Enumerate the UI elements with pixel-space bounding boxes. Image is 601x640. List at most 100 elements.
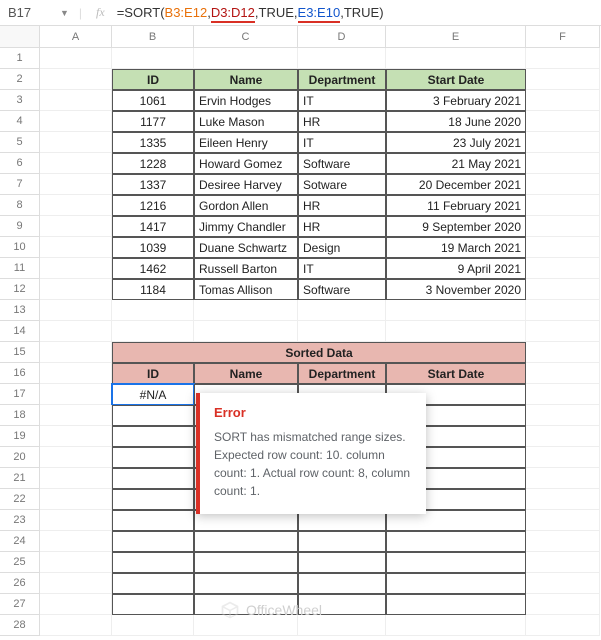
cell[interactable] bbox=[526, 153, 600, 174]
row-header[interactable]: 3 bbox=[0, 90, 40, 111]
cell[interactable] bbox=[194, 552, 298, 573]
row-header[interactable]: 16 bbox=[0, 363, 40, 384]
row-header[interactable]: 2 bbox=[0, 69, 40, 90]
cell[interactable] bbox=[386, 300, 526, 321]
cell[interactable]: Department bbox=[298, 69, 386, 90]
cell[interactable]: Department bbox=[298, 363, 386, 384]
cell[interactable] bbox=[194, 300, 298, 321]
cell[interactable] bbox=[526, 384, 600, 405]
cell[interactable] bbox=[298, 594, 386, 615]
cell[interactable]: 3 February 2021 bbox=[386, 90, 526, 111]
cell[interactable] bbox=[40, 468, 112, 489]
cell[interactable] bbox=[526, 48, 600, 69]
cell[interactable]: 20 December 2021 bbox=[386, 174, 526, 195]
cell[interactable] bbox=[386, 531, 526, 552]
cell[interactable] bbox=[112, 48, 194, 69]
cell[interactable] bbox=[112, 447, 194, 468]
cell[interactable]: ID bbox=[112, 363, 194, 384]
cell[interactable] bbox=[112, 300, 194, 321]
formula-input[interactable]: =SORT(B3:E12,D3:D12,TRUE,E3:E10,TRUE) bbox=[115, 3, 597, 22]
cell[interactable]: Design bbox=[298, 237, 386, 258]
cell[interactable]: Howard Gomez bbox=[194, 153, 298, 174]
cell[interactable]: 1039 bbox=[112, 237, 194, 258]
cell[interactable]: Russell Barton bbox=[194, 258, 298, 279]
cell[interactable] bbox=[526, 573, 600, 594]
cell[interactable]: 9 September 2020 bbox=[386, 216, 526, 237]
cell[interactable] bbox=[40, 216, 112, 237]
cell[interactable]: IT bbox=[298, 90, 386, 111]
spreadsheet-grid[interactable]: A B C D E F 12IDNameDepartmentStart Date… bbox=[0, 26, 601, 636]
cell[interactable] bbox=[526, 321, 600, 342]
cell[interactable] bbox=[298, 321, 386, 342]
cell[interactable] bbox=[298, 615, 386, 636]
cell[interactable] bbox=[40, 153, 112, 174]
cell[interactable] bbox=[40, 405, 112, 426]
cell[interactable]: 1337 bbox=[112, 174, 194, 195]
cell[interactable] bbox=[526, 552, 600, 573]
row-header[interactable]: 24 bbox=[0, 531, 40, 552]
row-header[interactable]: 23 bbox=[0, 510, 40, 531]
cell[interactable] bbox=[526, 468, 600, 489]
row-header[interactable]: 9 bbox=[0, 216, 40, 237]
cell[interactable] bbox=[112, 594, 194, 615]
cell[interactable] bbox=[298, 300, 386, 321]
row-header[interactable]: 4 bbox=[0, 111, 40, 132]
cell[interactable] bbox=[526, 510, 600, 531]
row-header[interactable]: 17 bbox=[0, 384, 40, 405]
active-cell[interactable]: #N/A bbox=[112, 384, 194, 405]
cell[interactable] bbox=[526, 300, 600, 321]
cell[interactable] bbox=[194, 594, 298, 615]
cell[interactable]: 1216 bbox=[112, 195, 194, 216]
col-header-A[interactable]: A bbox=[40, 26, 112, 48]
cell[interactable] bbox=[526, 594, 600, 615]
cell[interactable] bbox=[194, 573, 298, 594]
cell[interactable]: HR bbox=[298, 195, 386, 216]
row-header[interactable]: 22 bbox=[0, 489, 40, 510]
cell[interactable]: Start Date bbox=[386, 69, 526, 90]
row-header[interactable]: 27 bbox=[0, 594, 40, 615]
cell[interactable] bbox=[298, 48, 386, 69]
cell[interactable] bbox=[386, 552, 526, 573]
cell[interactable]: Desiree Harvey bbox=[194, 174, 298, 195]
row-header[interactable]: 11 bbox=[0, 258, 40, 279]
cell[interactable] bbox=[112, 426, 194, 447]
row-header[interactable]: 20 bbox=[0, 447, 40, 468]
cell[interactable] bbox=[526, 405, 600, 426]
cell[interactable]: 1184 bbox=[112, 279, 194, 300]
cell[interactable]: 21 May 2021 bbox=[386, 153, 526, 174]
cell[interactable] bbox=[40, 531, 112, 552]
cell[interactable] bbox=[526, 237, 600, 258]
cell[interactable] bbox=[40, 447, 112, 468]
cell[interactable] bbox=[526, 90, 600, 111]
cell[interactable]: Luke Mason bbox=[194, 111, 298, 132]
row-header[interactable]: 15 bbox=[0, 342, 40, 363]
cell[interactable] bbox=[40, 111, 112, 132]
cell[interactable] bbox=[526, 342, 600, 363]
cell[interactable]: 1417 bbox=[112, 216, 194, 237]
name-box[interactable]: B17 bbox=[4, 5, 54, 20]
cell[interactable] bbox=[40, 342, 112, 363]
row-header[interactable]: 18 bbox=[0, 405, 40, 426]
cell[interactable]: Gordon Allen bbox=[194, 195, 298, 216]
sorted-data-title[interactable]: Sorted Data bbox=[112, 342, 526, 363]
cell[interactable] bbox=[526, 132, 600, 153]
cell[interactable] bbox=[40, 510, 112, 531]
col-header-D[interactable]: D bbox=[298, 26, 386, 48]
cell[interactable] bbox=[40, 258, 112, 279]
cell[interactable] bbox=[194, 615, 298, 636]
cell[interactable] bbox=[194, 531, 298, 552]
cell[interactable] bbox=[526, 258, 600, 279]
fx-icon[interactable]: fx bbox=[86, 5, 115, 20]
cell[interactable]: 1335 bbox=[112, 132, 194, 153]
cell[interactable] bbox=[298, 573, 386, 594]
row-header[interactable]: 1 bbox=[0, 48, 40, 69]
cell[interactable]: ID bbox=[112, 69, 194, 90]
cell[interactable] bbox=[112, 405, 194, 426]
row-header[interactable]: 19 bbox=[0, 426, 40, 447]
cell[interactable] bbox=[526, 363, 600, 384]
cell[interactable] bbox=[386, 321, 526, 342]
cell[interactable]: 1228 bbox=[112, 153, 194, 174]
cell[interactable] bbox=[40, 363, 112, 384]
cell[interactable] bbox=[112, 615, 194, 636]
cell[interactable]: 23 July 2021 bbox=[386, 132, 526, 153]
